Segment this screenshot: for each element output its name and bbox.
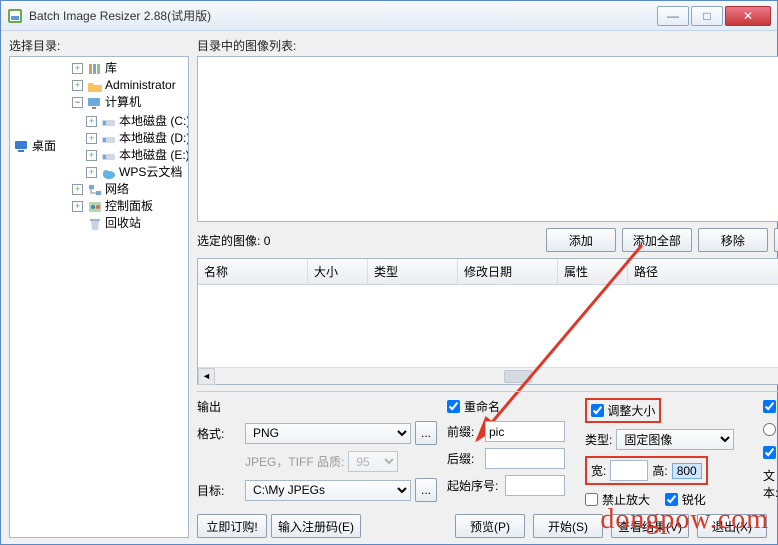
tree-controlpanel[interactable]: +控制面板 — [72, 198, 189, 215]
rename-label: 重命名 — [464, 398, 500, 415]
resize-label: 调整大小 — [607, 402, 655, 419]
col-path[interactable]: 路径 — [628, 259, 778, 284]
expand-icon[interactable]: + — [72, 80, 83, 91]
quality-label: JPEG，TIFF 品质: — [245, 453, 344, 470]
quality-select: 95 — [348, 451, 398, 472]
directory-tree[interactable]: 桌面 +库 +Administrator −计算机 +本地磁盘 (C:) +本地… — [9, 56, 189, 538]
selected-table[interactable]: 名称 大小 类型 修改日期 属性 路径 ◄ ► — [197, 258, 778, 385]
col-attr[interactable]: 属性 — [558, 259, 628, 284]
start-button[interactable]: 开始(S) — [533, 514, 603, 538]
select-dir-label: 选择目录: — [9, 37, 189, 54]
add-all-button[interactable]: 添加全部 — [622, 228, 692, 252]
expand-icon[interactable]: + — [72, 63, 83, 74]
drive-icon — [101, 149, 117, 163]
expand-icon[interactable]: + — [86, 116, 97, 127]
computer-icon — [87, 96, 103, 110]
wm-text-label: 文本: — [763, 467, 778, 501]
drive-icon — [101, 115, 117, 129]
tree-admin[interactable]: +Administrator — [72, 77, 189, 94]
table-header: 名称 大小 类型 修改日期 属性 路径 — [198, 259, 778, 285]
resize-checkbox[interactable] — [591, 404, 604, 417]
tree-drive-d[interactable]: +本地磁盘 (D:) — [86, 130, 189, 147]
tree-computer[interactable]: −计算机 +本地磁盘 (C:) +本地磁盘 (D:) +本地磁盘 (E:) +W… — [72, 94, 189, 181]
remove-button[interactable]: 移除 — [698, 228, 768, 252]
selected-label: 选定的图像: 0 — [197, 232, 270, 249]
network-icon — [87, 183, 103, 197]
tree-recycle[interactable]: 回收站 — [72, 215, 189, 232]
exit-button[interactable]: 退出(X) — [697, 514, 767, 538]
format-select[interactable]: PNG — [245, 423, 411, 444]
start-label: 起始序号: — [447, 477, 501, 494]
resize-highlight: 调整大小 — [585, 398, 661, 423]
scroll-thumb[interactable] — [504, 370, 532, 383]
col-name[interactable]: 名称 — [198, 259, 308, 284]
cloud-icon — [101, 166, 117, 180]
target-label: 目标: — [197, 482, 241, 499]
window-title: Batch Image Resizer 2.88(试用版) — [29, 7, 657, 24]
type-label: 类型: — [585, 431, 612, 448]
height-label: 高: — [652, 462, 667, 479]
recycle-icon — [87, 217, 103, 231]
expand-icon[interactable]: + — [72, 184, 83, 195]
col-type[interactable]: 类型 — [368, 259, 458, 284]
sharpen-label: 锐化 — [682, 491, 706, 508]
result-button[interactable]: 查看结果(V) — [611, 514, 689, 538]
minimize-button[interactable]: — — [657, 6, 689, 26]
horizontal-scrollbar[interactable]: ◄ ► — [198, 367, 778, 384]
app-window: Batch Image Resizer 2.88(试用版) — □ ✕ 选择目录… — [0, 0, 778, 545]
expand-icon[interactable]: + — [86, 133, 97, 144]
rename-checkbox[interactable] — [447, 400, 460, 413]
sharpen-checkbox[interactable] — [665, 493, 678, 506]
footer-actions: 预览(P) 开始(S) 查看结果(V) 退出(X) — [193, 514, 767, 538]
drive-icon — [101, 132, 117, 146]
expand-icon[interactable]: + — [86, 150, 97, 161]
tree-drive-e[interactable]: +本地磁盘 (E:) — [86, 147, 189, 164]
collapse-icon[interactable]: − — [72, 97, 83, 108]
close-button[interactable]: ✕ — [725, 6, 771, 26]
start-input[interactable] — [505, 475, 565, 496]
image-list[interactable] — [197, 56, 778, 222]
no-enlarge-label: 禁止放大 — [602, 491, 650, 508]
col-date[interactable]: 修改日期 — [458, 259, 558, 284]
format-label: 格式: — [197, 425, 241, 442]
height-input[interactable]: 800 — [672, 463, 702, 479]
target-browse-button[interactable]: ... — [415, 478, 437, 502]
rotate-m90-radio[interactable] — [763, 423, 776, 436]
prefix-label: 前缀: — [447, 423, 481, 440]
size-highlight: 宽: 高: 800 — [585, 456, 708, 485]
no-enlarge-checkbox[interactable] — [585, 493, 598, 506]
type-select[interactable]: 固定图像 — [616, 429, 734, 450]
col-size[interactable]: 大小 — [308, 259, 368, 284]
output-title: 输出 — [197, 398, 437, 415]
titlebar: Batch Image Resizer 2.88(试用版) — □ ✕ — [1, 1, 777, 31]
desktop-icon — [14, 139, 30, 153]
add-button[interactable]: 添加 — [546, 228, 616, 252]
app-icon — [7, 8, 23, 24]
rotate-checkbox[interactable] — [763, 400, 776, 413]
suffix-input[interactable] — [485, 448, 565, 469]
suffix-label: 后缀: — [447, 450, 481, 467]
folder-icon — [87, 79, 103, 93]
image-list-label: 目录中的图像列表: — [197, 37, 778, 54]
library-icon — [87, 62, 103, 76]
maximize-button[interactable]: □ — [691, 6, 723, 26]
prefix-input[interactable] — [485, 421, 565, 442]
remove-all-button[interactable]: 移除全部 — [774, 228, 778, 252]
tree-wps[interactable]: +WPS云文档 — [86, 164, 189, 181]
watermark-checkbox[interactable] — [763, 446, 776, 459]
table-body — [198, 285, 778, 367]
tree-drive-c[interactable]: +本地磁盘 (C:) — [86, 113, 189, 130]
expand-icon[interactable]: + — [86, 167, 97, 178]
tree-library[interactable]: +库 — [72, 60, 189, 77]
target-select[interactable]: C:\My JPEGs — [245, 480, 411, 501]
expand-icon[interactable]: + — [72, 201, 83, 212]
preview-button[interactable]: 预览(P) — [455, 514, 525, 538]
scroll-left-icon[interactable]: ◄ — [198, 368, 215, 385]
tree-network[interactable]: +网络 — [72, 181, 189, 198]
controlpanel-icon — [87, 200, 103, 214]
width-label: 宽: — [591, 462, 606, 479]
width-input[interactable] — [610, 460, 648, 481]
format-more-button[interactable]: ... — [415, 421, 437, 445]
tree-desktop[interactable]: 桌面 +库 +Administrator −计算机 +本地磁盘 (C:) +本地… — [14, 60, 186, 232]
